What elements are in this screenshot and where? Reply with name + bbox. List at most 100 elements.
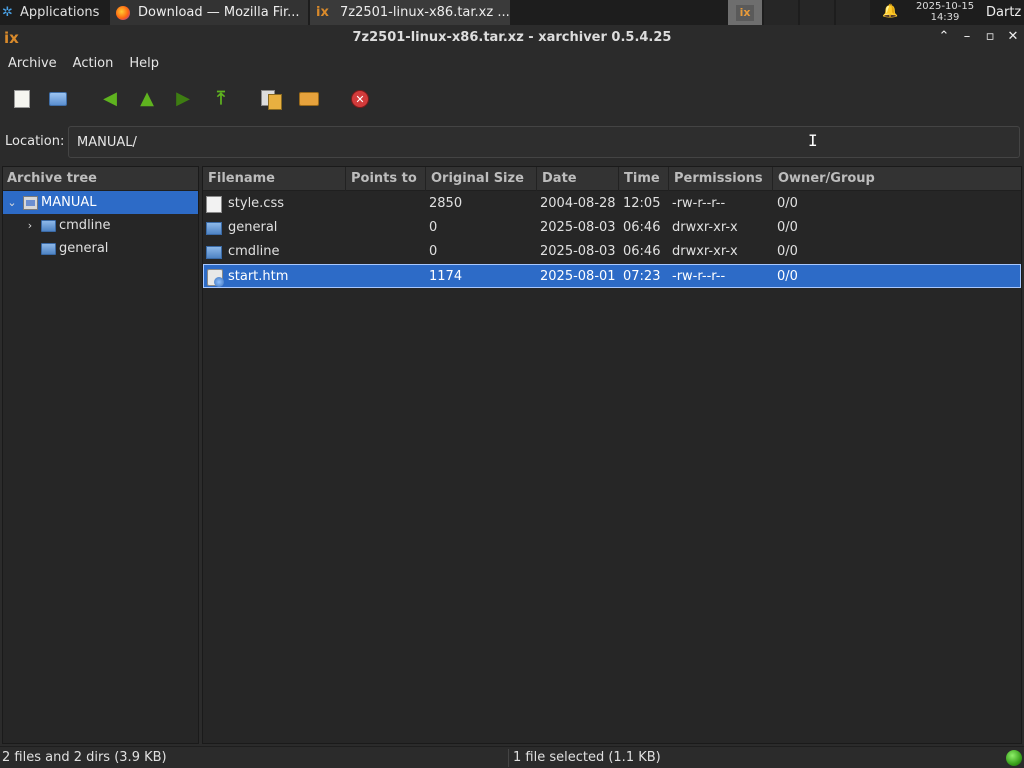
status-led-icon — [1006, 750, 1022, 766]
forward-button[interactable]: ▶ — [171, 87, 195, 111]
cell-permissions: drwxr-xr-x — [672, 220, 738, 235]
back-button[interactable]: ◀ — [98, 87, 122, 111]
up-icon: ▲ — [140, 88, 154, 109]
column-time[interactable]: Time — [619, 167, 669, 191]
status-separator — [508, 749, 509, 767]
open-archive-icon — [49, 92, 67, 106]
workspace-1[interactable]: ix — [728, 0, 762, 25]
workspace-2[interactable] — [764, 0, 798, 25]
extract-button[interactable] — [297, 87, 321, 111]
home-button[interactable]: ⤒ — [209, 87, 233, 111]
maximize-button[interactable]: ▫ — [982, 29, 998, 45]
taskbar-item-xarchiver[interactable]: ix 7z2501-linux-x86.tar.xz ... — [310, 0, 510, 25]
column-permissions[interactable]: Permissions — [669, 167, 773, 191]
cell-permissions: -rw-r--r-- — [672, 196, 726, 211]
table-row[interactable]: style.css 2850 2004-08-28 12:05 -rw-r--r… — [203, 192, 1021, 216]
tree-node-general[interactable]: general — [3, 237, 198, 260]
column-original-size[interactable]: Original Size — [426, 167, 537, 191]
column-filename[interactable]: Filename — [203, 167, 346, 191]
window-title: 7z2501-linux-x86.tar.xz - xarchiver 0.5.… — [352, 30, 672, 45]
cell-size: 1174 — [429, 269, 463, 284]
minimize-button[interactable]: – — [959, 29, 975, 45]
column-date[interactable]: Date — [537, 167, 619, 191]
menu-help[interactable]: Help — [121, 56, 167, 71]
xarchiver-icon: ix — [316, 5, 329, 20]
archive-icon — [23, 195, 38, 210]
location-label: Location: — [5, 134, 65, 149]
applications-menu-button[interactable]: ✲ Applications — [0, 0, 108, 25]
stop-button[interactable]: ✕ — [348, 87, 372, 111]
cell-date: 2004-08-28 — [540, 196, 616, 211]
cell-permissions: -rw-r--r-- — [672, 269, 726, 284]
cell-owner: 0/0 — [777, 269, 798, 284]
menu-archive[interactable]: Archive — [0, 56, 65, 71]
tree-node-manual[interactable]: ⌄ MANUAL — [3, 191, 198, 214]
file-list-header: Filename Points to Original Size Date Ti… — [203, 167, 1021, 191]
column-owner-group[interactable]: Owner/Group — [773, 167, 1021, 191]
archive-tree-header: Archive tree — [3, 167, 198, 191]
cell-size: 0 — [429, 244, 438, 259]
open-archive-button[interactable] — [46, 87, 70, 111]
home-icon: ⤒ — [217, 88, 225, 109]
cell-date: 2025-08-03 — [540, 244, 616, 259]
add-files-button[interactable] — [259, 87, 283, 111]
table-row-selected[interactable]: start.htm 1174 2025-08-01 07:23 -rw-r--r… — [203, 264, 1021, 288]
status-bar: 2 files and 2 dirs (3.9 KB) 1 file selec… — [0, 746, 1024, 768]
cell-owner: 0/0 — [777, 196, 798, 211]
cell-size: 2850 — [429, 196, 463, 211]
cell-date: 2025-08-03 — [540, 220, 616, 235]
xarchiver-icon: ix — [736, 4, 754, 21]
cell-owner: 0/0 — [777, 244, 798, 259]
cell-date: 2025-08-01 — [540, 269, 616, 284]
location-bar: Location: — [0, 124, 1024, 160]
taskbar-item-label: 7z2501-linux-x86.tar.xz ... — [340, 5, 510, 20]
workspace-4[interactable] — [836, 0, 870, 25]
toolbar: ◀ ▲ ▶ ⤒ ✕ — [0, 80, 1024, 118]
applications-label: Applications — [20, 5, 100, 20]
workspace-3[interactable] — [800, 0, 834, 25]
table-row[interactable]: general 0 2025-08-03 06:46 drwxr-xr-x 0/… — [203, 216, 1021, 240]
stop-icon: ✕ — [351, 90, 369, 108]
taskbar-item-label: Download — Mozilla Fir... — [138, 5, 300, 20]
cell-time: 07:23 — [623, 269, 661, 284]
status-summary: 2 files and 2 dirs (3.9 KB) — [2, 750, 167, 765]
text-cursor-icon: I — [808, 131, 818, 150]
cell-time: 06:46 — [623, 220, 661, 235]
workspace-switcher: ix — [728, 0, 872, 25]
cell-filename: cmdline — [228, 244, 280, 259]
tree-node-label: cmdline — [59, 218, 111, 233]
notification-bell-icon[interactable]: 🔔 — [882, 4, 898, 20]
cell-permissions: drwxr-xr-x — [672, 244, 738, 259]
forward-icon: ▶ — [176, 88, 190, 109]
up-button[interactable]: ▲ — [135, 87, 159, 111]
tree-node-cmdline[interactable]: › cmdline — [3, 214, 198, 237]
cell-time: 06:46 — [623, 244, 661, 259]
tree-node-label: MANUAL — [41, 195, 97, 210]
table-row[interactable]: cmdline 0 2025-08-03 06:46 drwxr-xr-x 0/… — [203, 240, 1021, 264]
menu-action[interactable]: Action — [65, 56, 122, 71]
new-archive-icon — [14, 90, 30, 108]
cell-size: 0 — [429, 220, 438, 235]
firefox-icon — [116, 5, 130, 20]
column-points-to[interactable]: Points to — [346, 167, 426, 191]
cell-filename: general — [228, 220, 278, 235]
collapse-icon[interactable]: ⌄ — [5, 196, 19, 209]
clock-date: 2025-10-15 — [915, 1, 975, 12]
applications-icon: ✲ — [2, 4, 13, 20]
folder-icon — [41, 242, 56, 255]
close-button[interactable]: ✕ — [1005, 29, 1021, 45]
folder-icon — [206, 222, 222, 235]
expand-icon[interactable]: › — [23, 219, 37, 232]
menubar: Archive Action Help — [0, 50, 1024, 76]
folder-icon — [41, 219, 56, 232]
taskbar-item-firefox[interactable]: Download — Mozilla Fir... — [110, 0, 308, 25]
clock[interactable]: 2025-10-15 14:39 — [910, 1, 980, 23]
location-input[interactable] — [68, 126, 1020, 158]
status-selection: 1 file selected (1.1 KB) — [513, 750, 661, 765]
shade-button[interactable]: ⌃ — [936, 29, 952, 45]
archive-tree-pane: Archive tree ⌄ MANUAL › cmdline general — [2, 166, 199, 744]
user-name[interactable]: Dartz — [986, 5, 1021, 20]
cell-filename: start.htm — [228, 269, 289, 284]
clock-time: 14:39 — [930, 12, 960, 23]
new-archive-button[interactable] — [10, 87, 34, 111]
